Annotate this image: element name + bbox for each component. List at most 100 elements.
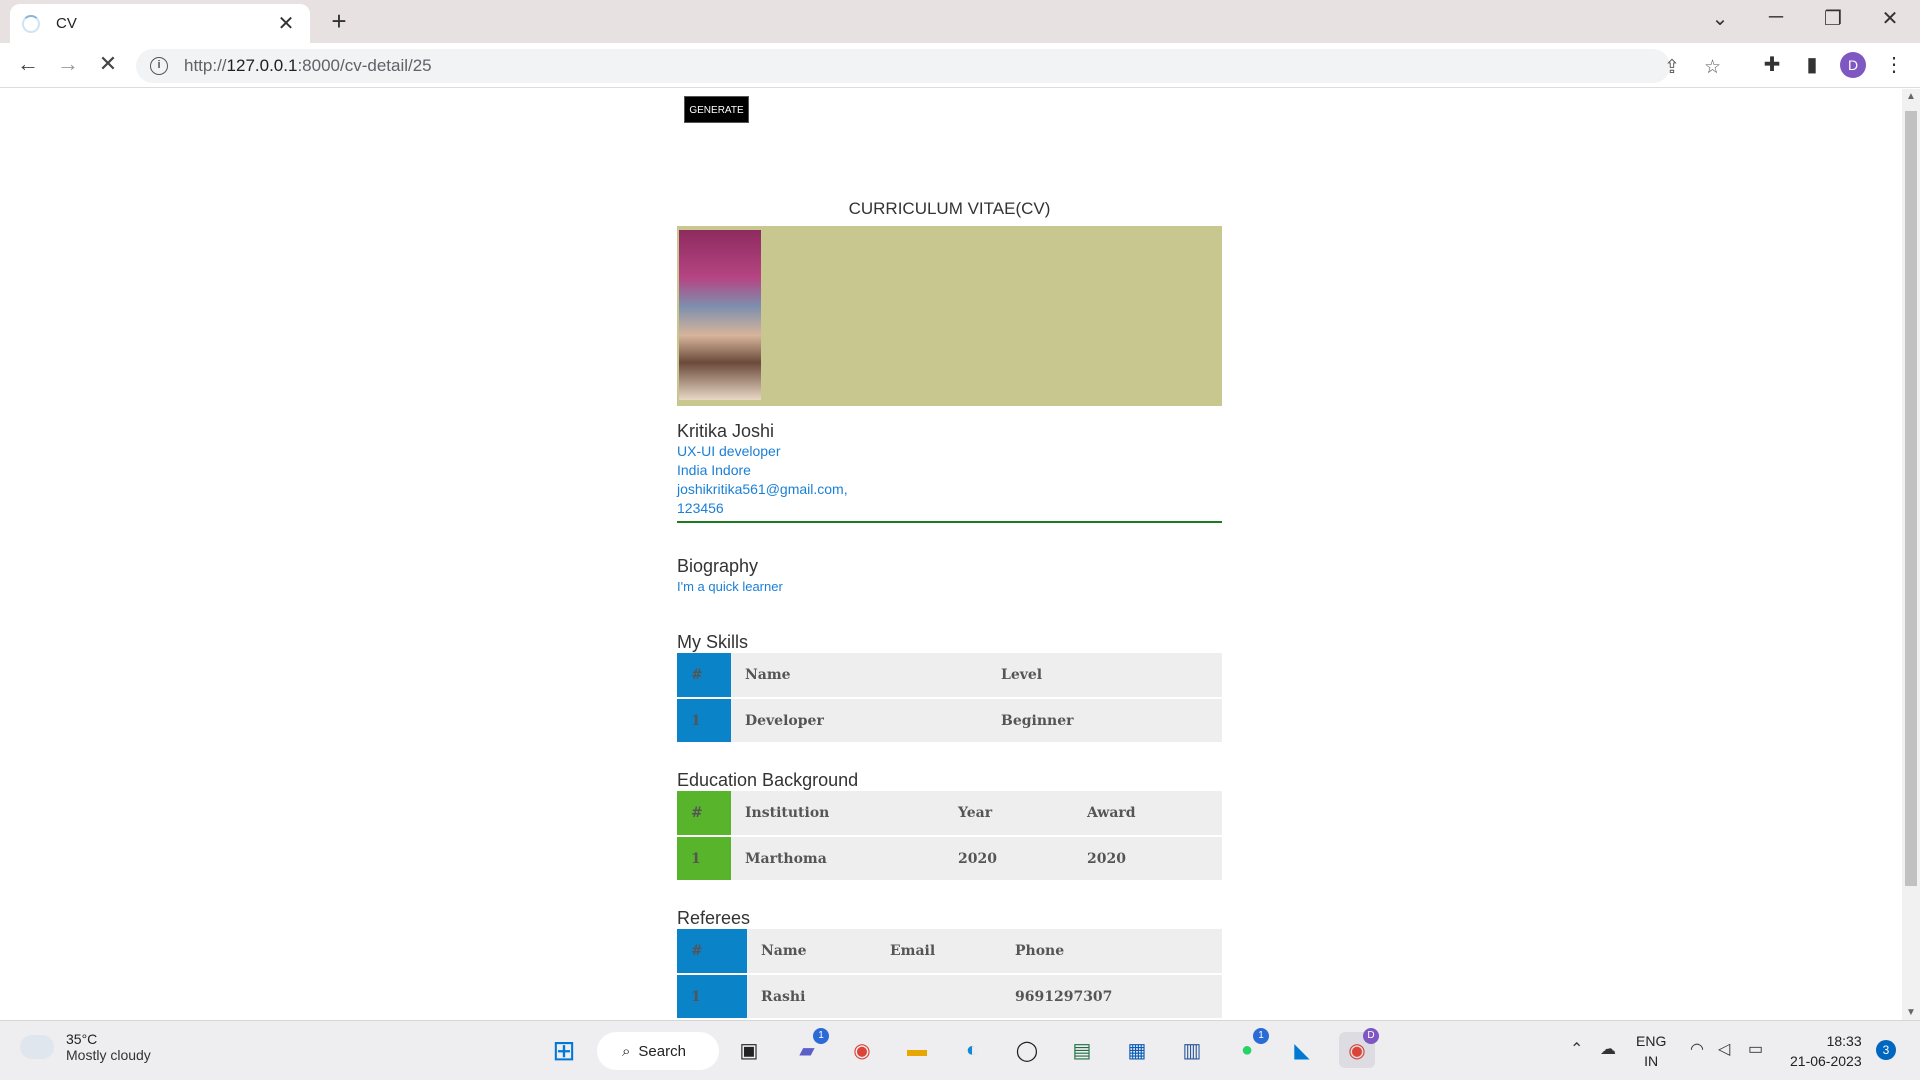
restore-icon[interactable]: ❐ [1813, 6, 1853, 31]
profile-photo [679, 230, 761, 400]
section-divider [677, 521, 1222, 523]
column-header: Level [987, 653, 1222, 699]
menu-kebab-icon[interactable]: ⋮ [1880, 52, 1908, 77]
whatsapp-icon[interactable]: ● 1 [1229, 1028, 1269, 1068]
file-explorer-icon[interactable]: ▬ [899, 1032, 935, 1068]
vscode-icon[interactable]: ◣ [1284, 1032, 1320, 1068]
share-icon[interactable]: ⇪ [1664, 56, 1680, 79]
dell-icon[interactable]: ◯ [1009, 1032, 1045, 1068]
table-cell [876, 974, 1001, 1020]
site-info-icon[interactable]: i [150, 57, 168, 75]
onedrive-cloud-icon[interactable]: ☁ [1600, 1039, 1616, 1059]
referees-heading: Referees [677, 908, 751, 928]
stop-loading-icon[interactable]: ✕ [92, 51, 124, 77]
excel-icon[interactable]: ▤ [1064, 1032, 1100, 1068]
url-text: http://127.0.0.1:8000/cv-detail/25 [184, 56, 432, 75]
table-row: 1 Developer Beginner [677, 698, 1222, 744]
partly-cloudy-icon [20, 1027, 54, 1059]
loading-spinner-icon [22, 14, 40, 33]
teams-chat-icon[interactable]: ▰ 1 [789, 1028, 829, 1068]
table-cell: 2020 [944, 836, 1073, 882]
forward-arrow-icon[interactable]: → [52, 51, 84, 77]
bookmark-star-icon[interactable]: ☆ [1704, 56, 1721, 79]
column-header: # [677, 791, 731, 837]
language-code: ENG [1636, 1033, 1667, 1049]
tab-title: CV [56, 15, 77, 32]
taskbar-search[interactable]: ⌕ Search [597, 1032, 719, 1070]
clock-time: 18:33 [1826, 1033, 1862, 1049]
person-phone: 123456 [677, 500, 724, 516]
chrome-icon[interactable]: ◉ [844, 1032, 880, 1068]
weather-condition: Mostly cloudy [66, 1047, 151, 1063]
clock-date: 21-06-2023 [1790, 1053, 1862, 1069]
profile-avatar[interactable]: D [1840, 52, 1866, 78]
word-icon[interactable]: ▥ [1174, 1032, 1210, 1068]
language-indicator[interactable]: ENG IN [1636, 1031, 1666, 1071]
browser-toolbar: ← → ✕ i http://127.0.0.1:8000/cv-detail/… [0, 43, 1920, 88]
table-header-row: # Name Email Phone [677, 929, 1222, 975]
biography-text: I'm a quick learner [677, 579, 783, 594]
table-cell: Marthoma [731, 836, 944, 882]
education-heading: Education Background [677, 770, 859, 790]
battery-icon[interactable]: ▭ [1748, 1039, 1763, 1059]
minimize-icon[interactable]: ─ [1756, 6, 1796, 29]
photo-band [677, 226, 1222, 406]
page-viewport: GENERATE CURRICULUM VITAE(CV) Kritika Jo… [0, 89, 1902, 1020]
tab-close-icon[interactable]: ✕ [274, 11, 298, 36]
store-icon[interactable]: ▦ [1119, 1032, 1155, 1068]
system-clock[interactable]: 18:33 21-06-2023 [1790, 1031, 1862, 1071]
edge-icon[interactable]: ◐ [954, 1032, 990, 1068]
table-cell: 9691297307 [1001, 974, 1222, 1020]
window-close-icon[interactable]: ✕ [1870, 6, 1910, 31]
table-cell: 1 [677, 698, 731, 744]
tab-strip: CV ✕ + ⌄ ─ ❐ ✕ [0, 0, 1920, 43]
wifi-icon[interactable]: ◠ [1690, 1039, 1704, 1059]
person-role: UX-UI developer [677, 443, 781, 459]
tab-cv[interactable]: CV ✕ [10, 4, 310, 43]
person-email: joshikritika561@gmail.com, [677, 481, 848, 497]
table-cell: Rashi [747, 974, 876, 1020]
windows-taskbar: 35°C Mostly cloudy ⊞ ⌕ Search ▣ ▰ 1 ◉ ▬ ◐… [0, 1020, 1920, 1080]
extensions-puzzle-icon[interactable]: ✚ [1758, 52, 1786, 77]
teams-badge: 1 [813, 1028, 829, 1044]
education-table: # Institution Year Award 1 Marthoma 2020… [677, 791, 1222, 882]
page-scrollbar[interactable]: ▲ ▼ [1902, 89, 1920, 1020]
side-panel-icon[interactable]: ▮ [1798, 52, 1826, 77]
column-header: Phone [1001, 929, 1222, 975]
region-code: IN [1644, 1053, 1659, 1069]
back-arrow-icon[interactable]: ← [12, 51, 44, 77]
cv-container: CURRICULUM VITAE(CV) Kritika Joshi UX-UI… [677, 199, 1222, 1020]
search-icon: ⌕ [622, 1042, 631, 1060]
tab-search-chevron-icon[interactable]: ⌄ [1700, 6, 1740, 31]
volume-icon[interactable]: ◁ [1718, 1039, 1730, 1059]
scroll-down-icon[interactable]: ▼ [1906, 1007, 1916, 1018]
table-cell: 1 [677, 974, 747, 1020]
scrollbar-thumb[interactable] [1905, 111, 1917, 886]
weather-widget[interactable]: 35°C Mostly cloudy [20, 1027, 151, 1063]
chrome-profile-icon[interactable]: ◉ D [1339, 1028, 1379, 1068]
address-bar[interactable]: i http://127.0.0.1:8000/cv-detail/25 ⇪ ☆ [136, 49, 1721, 83]
table-row: 1 Marthoma 2020 2020 [677, 836, 1222, 882]
generate-button[interactable]: GENERATE [684, 96, 749, 123]
table-header-row: # Name Level [677, 653, 1222, 699]
whatsapp-badge: 1 [1253, 1028, 1269, 1044]
person-location: India Indore [677, 462, 751, 478]
column-header: Name [731, 653, 987, 699]
notification-count-badge[interactable]: 3 [1876, 1040, 1896, 1060]
table-cell: 2020 [1073, 836, 1222, 882]
task-view-icon[interactable]: ▣ [731, 1032, 767, 1068]
new-tab-icon[interactable]: + [324, 6, 354, 37]
cv-title: CURRICULUM VITAE(CV) [848, 199, 1051, 218]
person-name: Kritika Joshi [677, 421, 775, 441]
column-header: Year [944, 791, 1073, 837]
table-row: 1 Rashi 9691297307 [677, 974, 1222, 1020]
scroll-up-icon[interactable]: ▲ [1906, 91, 1916, 102]
column-header: Email [876, 929, 1001, 975]
search-label: Search [638, 1042, 686, 1060]
column-header: Institution [731, 791, 944, 837]
skills-heading: My Skills [677, 632, 748, 652]
windows-start-icon[interactable]: ⊞ [546, 1032, 582, 1068]
column-header: # [677, 653, 731, 699]
table-cell: Beginner [987, 698, 1222, 744]
show-hidden-icons-chevron-icon[interactable]: ⌃ [1570, 1039, 1583, 1059]
